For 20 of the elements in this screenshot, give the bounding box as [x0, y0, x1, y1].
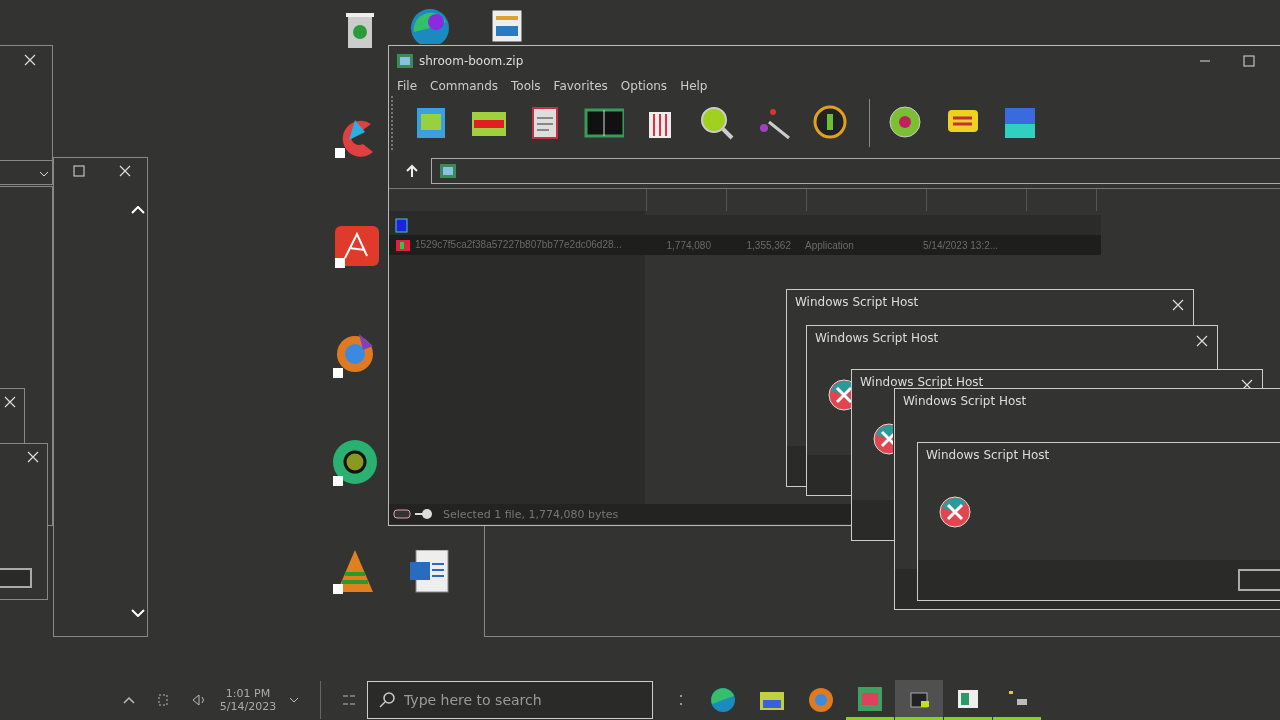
dialog-title: Windows Script Host [926, 448, 1050, 462]
window-title: shroom-boom.zip [419, 54, 525, 68]
file-name: 1529c7f5ca2f38a57227b807bb77e2dc06d28... [415, 238, 623, 252]
status-text: Selected 1 file, 1,774,080 bytes [442, 507, 619, 521]
menu-item[interactable]: Commands [430, 79, 499, 93]
dialog-title: Windows Script Host [903, 394, 1027, 408]
file-type: Application [804, 239, 855, 251]
menu-item[interactable]: Favorites [553, 79, 608, 93]
dialog-title: Windows Script Host [795, 295, 919, 309]
dialog-title: Windows Script Host [860, 375, 984, 389]
menu-item[interactable]: File [397, 79, 418, 93]
search-field[interactable]: Type here to search [367, 681, 653, 719]
menu-item[interactable]: Help [680, 79, 708, 93]
packed-size: 1,355,362 [745, 239, 791, 251]
menu-item[interactable]: Options [620, 79, 668, 93]
clock[interactable]: 1:01 PM 5/14/2023 [218, 687, 278, 713]
file-size: 1,774,080 [665, 239, 711, 251]
menu-item[interactable]: Tools [511, 79, 541, 93]
modified-date: 5/14/2023 13:2... [922, 239, 1000, 251]
dialog-title: Windows Script Host [815, 331, 939, 345]
